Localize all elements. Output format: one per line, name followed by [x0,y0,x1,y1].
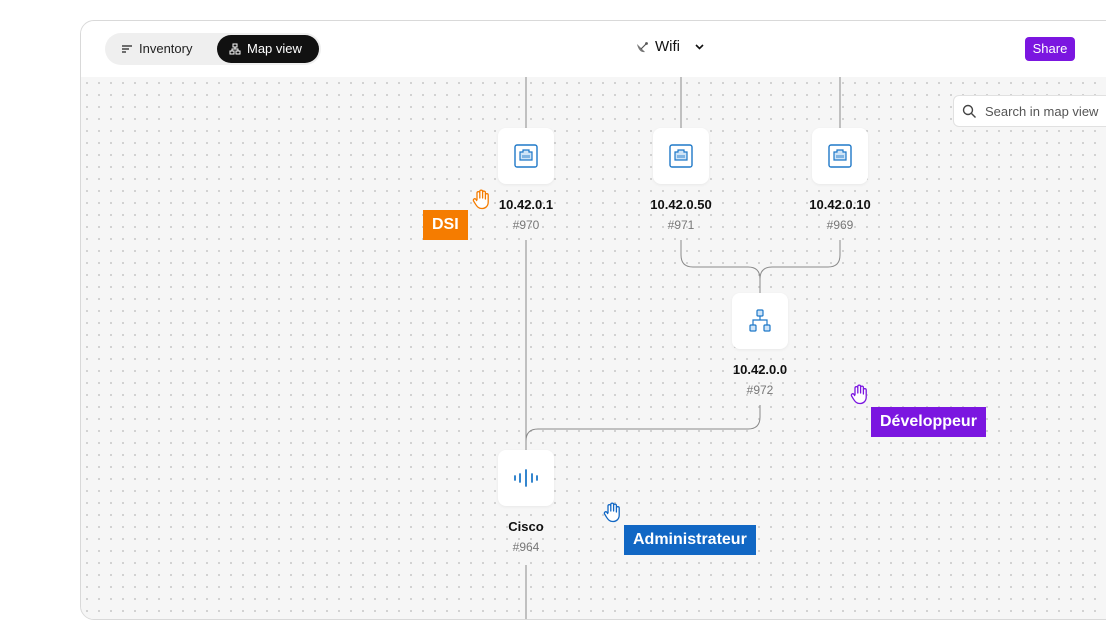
hierarchy-icon [229,43,241,55]
map-title-dropdown[interactable]: Wifi [635,38,706,55]
node-972-label: 10.42.0.0 [732,362,788,377]
map-canvas[interactable]: 10.42.0.1 #970 10.42.0.50 #971 10.42.0.1… [81,77,1106,619]
cisco-logo-icon [514,469,538,487]
cursor-label-administrateur: Administrateur [624,525,756,555]
ethernet-port-icon [828,144,852,168]
cursor-label-dsi: DSI [423,210,468,240]
satellite-dish-icon [637,41,648,52]
app-window: Inventory Map view Wifi Share ⋮ [80,20,1106,620]
inventory-tab[interactable]: Inventory [109,35,213,63]
view-switcher: Inventory Map view [105,33,321,65]
network-edges [525,77,841,619]
node-969-id: #969 [826,218,854,232]
node-971[interactable] [653,128,709,184]
node-964-label: Cisco [508,519,544,534]
hand-cursor-icon [603,502,620,523]
node-971-id: #971 [667,218,695,232]
map-view-tab-label: Map view [247,41,302,56]
hand-cursor-icon [472,189,489,210]
more-options-icon[interactable]: ⋮ [1101,39,1106,56]
hand-cursor-icon [850,384,867,405]
node-964[interactable] [498,450,554,506]
search-icon [962,104,976,118]
node-964-id: #964 [512,540,540,554]
top-toolbar: Inventory Map view Wifi Share ⋮ [81,21,1106,77]
node-971-label: 10.42.0.50 [650,197,712,212]
share-button[interactable]: Share [1025,37,1075,61]
node-969-label: 10.42.0.10 [809,197,871,212]
map-title: Wifi [655,38,680,55]
network-hierarchy-icon [749,309,771,332]
node-970[interactable] [498,128,554,184]
search-input[interactable] [985,103,1106,119]
map-view-tab[interactable]: Map view [217,35,319,63]
chevron-down-icon [695,43,704,50]
node-969[interactable] [812,128,868,184]
ethernet-port-icon [514,144,538,168]
ethernet-port-icon [669,144,693,168]
inventory-tab-label: Inventory [139,41,193,56]
list-icon [122,45,132,53]
cursor-label-developpeur: Développeur [871,407,986,437]
node-970-id: #970 [512,218,540,232]
map-search[interactable] [953,95,1106,127]
node-972-id: #972 [746,383,774,397]
node-972[interactable] [732,293,788,349]
